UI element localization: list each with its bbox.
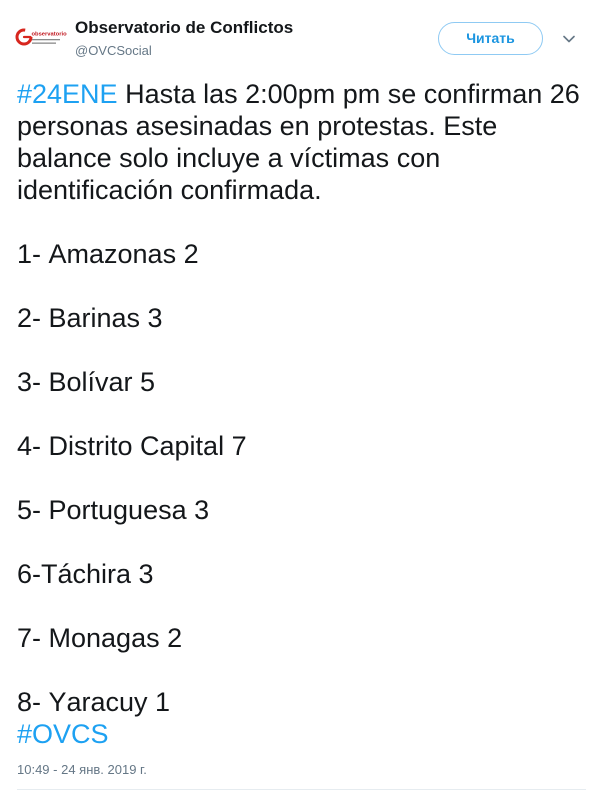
list-item: 4- Distrito Capital 7 <box>17 431 247 461</box>
list-item: 1- Amazonas 2 <box>17 239 199 269</box>
author-avatar[interactable]: observatorio <box>15 22 67 52</box>
tweet-timestamp: 10:49 - 24 янв. 2019 г. <box>17 762 147 777</box>
logo-tagline-mark <box>32 39 60 41</box>
list-item: 3- Bolívar 5 <box>17 367 156 397</box>
chevron-down-icon <box>563 35 575 43</box>
author-handle[interactable]: @OVCSocial <box>75 42 152 59</box>
victims-by-state-list: 1- Amazonas 2 2- Barinas 3 3- Bolívar 5 … <box>17 238 592 718</box>
list-item: 5- Portuguesa 3 <box>17 495 210 525</box>
list-item: 2- Barinas 3 <box>17 303 163 333</box>
hashtag-24ene[interactable]: #24ENE <box>17 79 118 109</box>
tweet-intro-paragraph: #24ENE Hasta las 2:00pm pm se confirman … <box>17 78 592 206</box>
list-item: 8- Yaracuy 1 <box>17 687 171 717</box>
tweet-menu-button[interactable] <box>560 31 578 47</box>
logo-tagline-mark <box>32 42 56 44</box>
list-item: 6-Táchira 3 <box>17 559 154 589</box>
tweet-card: observatorio Observatorio de Conflictos … <box>0 0 603 793</box>
author-name[interactable]: Observatorio de Conflictos <box>75 18 293 38</box>
divider <box>17 789 586 790</box>
logo-text: observatorio <box>32 32 68 38</box>
hashtag-ovcs[interactable]: #OVCS <box>17 718 592 750</box>
observatorio-logo-icon: observatorio <box>15 28 68 46</box>
follow-button[interactable]: Читать <box>438 22 543 55</box>
tweet-text: #24ENE Hasta las 2:00pm pm se confirman … <box>17 78 592 750</box>
list-item: 7- Monagas 2 <box>17 623 183 653</box>
